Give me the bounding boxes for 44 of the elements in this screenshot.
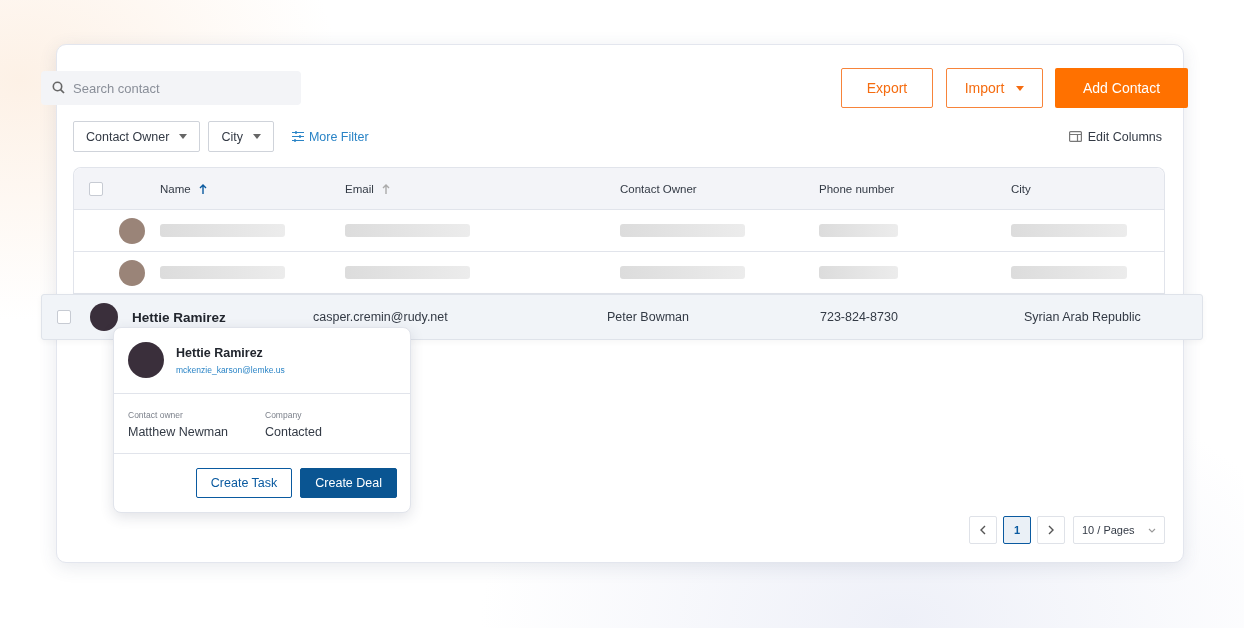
avatar: [119, 217, 145, 244]
caret-icon: [1016, 85, 1025, 91]
filter-dropdown[interactable]: Contact Owner: [73, 121, 201, 152]
contact-name: Hettie Ramirez: [176, 345, 264, 360]
table-cell: Hettie Ramirez: [132, 309, 226, 325]
page-size-dropdown[interactable]: 10 / Pages: [1073, 516, 1165, 544]
sliders-icon: [291, 131, 304, 142]
contact-email: mckenzie_karson@lemke.us: [176, 364, 285, 375]
page-button[interactable]: 1: [1003, 516, 1031, 544]
chevron-left-icon: [980, 525, 986, 535]
column-header[interactable]: Email: [345, 182, 374, 195]
more-filter-link[interactable]: More Filter: [291, 129, 369, 144]
avatar: [90, 303, 118, 331]
field-value: Contacted: [265, 425, 323, 439]
table-cell-text: Peter Bowman: [607, 310, 690, 324]
caret-icon: [252, 134, 261, 139]
search-field[interactable]: Search contact: [41, 71, 301, 105]
previous-page-button[interactable]: [969, 516, 997, 544]
sort-arrow-icon[interactable]: [198, 183, 207, 194]
field-label: Contact owner: [128, 410, 184, 420]
select-all-checkbox[interactable]: [89, 181, 103, 196]
table-cell-text: casper.cremin@rudy.net: [313, 310, 449, 324]
next-page-button[interactable]: [1037, 516, 1065, 544]
chevron-right-icon: [1048, 525, 1054, 535]
table-row[interactable]: Hettie Ramirez casper.cremin@rudy.net Peter Bowman 723-824-8730 Syrian Arab Republic: [41, 294, 1203, 340]
field-value: Matthew Newman: [128, 425, 230, 439]
row-checkbox[interactable]: [57, 310, 71, 324]
primary-button[interactable]: Create Deal: [300, 468, 397, 498]
table-cell-text: 723-824-8730: [820, 310, 899, 324]
table-cell-text: Syrian Arab Republic: [1024, 310, 1142, 324]
filter-dropdown[interactable]: City: [208, 121, 274, 152]
column-header[interactable]: Contact Owner: [620, 182, 697, 195]
secondary-button[interactable]: Create Task: [195, 468, 293, 498]
caret-icon: [179, 134, 188, 139]
avatar: [119, 259, 145, 286]
field-label: Company: [265, 410, 303, 420]
columns-icon: [1068, 131, 1082, 142]
column-header[interactable]: Name: [160, 182, 191, 195]
column-header[interactable]: City: [1011, 182, 1031, 195]
chevron-down-icon: [1148, 527, 1156, 533]
page-size-value: 10 / Pages: [1082, 524, 1135, 536]
column-header[interactable]: Phone number: [819, 182, 895, 195]
edit-columns-link[interactable]: Edit Columns: [1068, 129, 1162, 144]
avatar: [128, 342, 164, 378]
